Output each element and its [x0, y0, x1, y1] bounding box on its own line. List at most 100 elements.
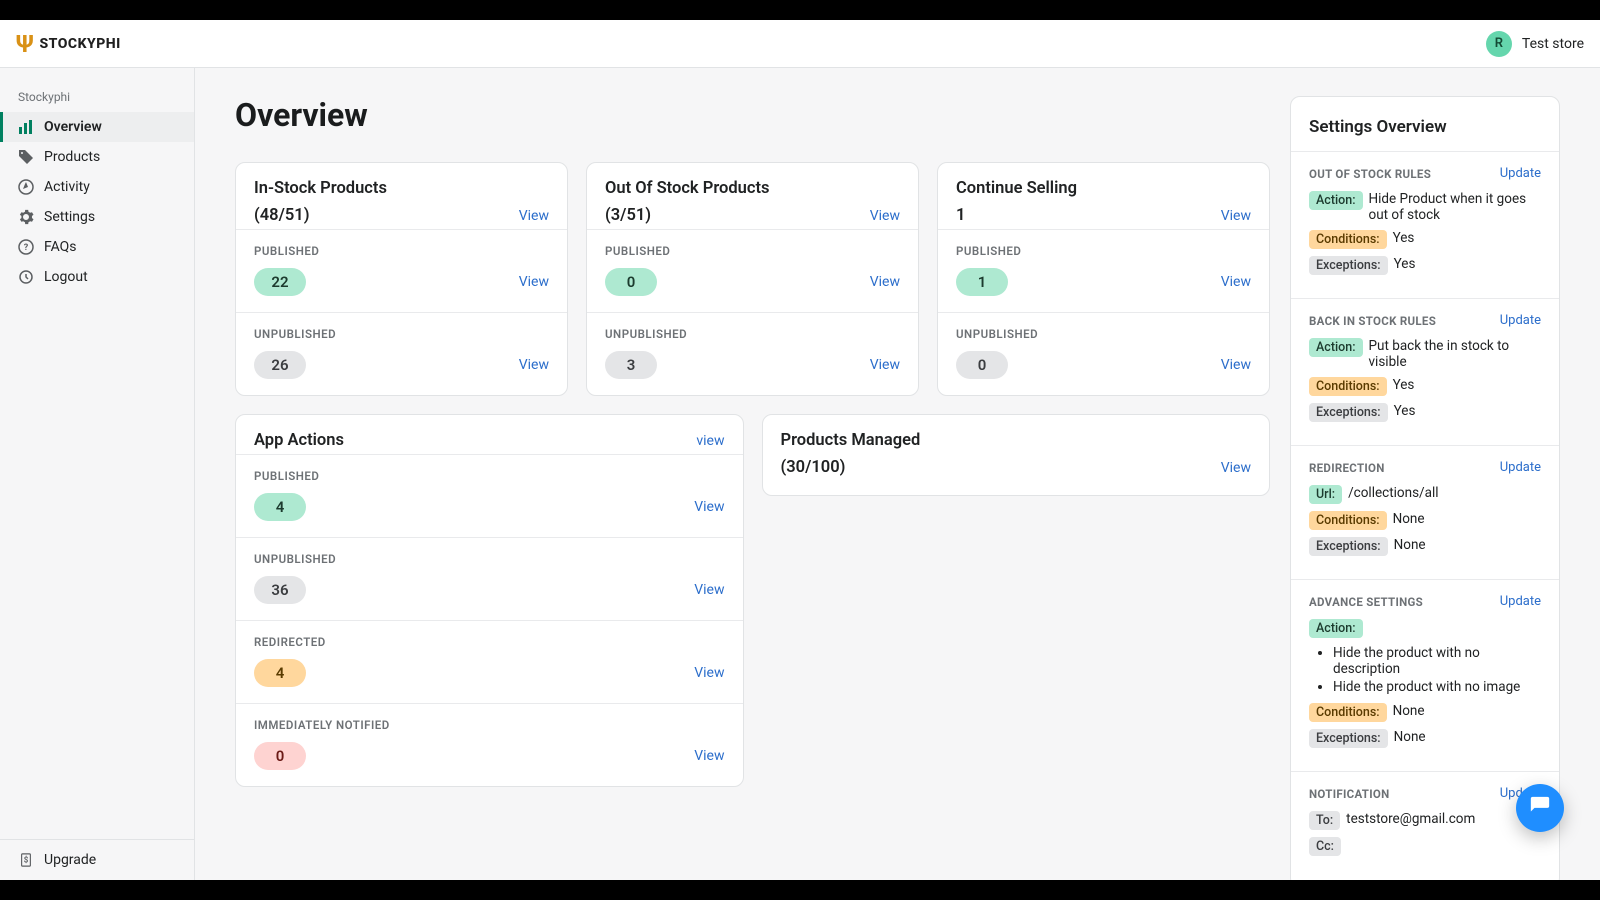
card-continue-selling: Continue Selling 1 View PUBLISHED 1 View	[937, 162, 1270, 396]
card-title: Out Of Stock Products	[605, 179, 900, 198]
exceptions-tag: Exceptions:	[1309, 537, 1388, 556]
card-ratio: (48/51)	[254, 206, 310, 225]
brand-logo-icon: Ψ	[16, 30, 33, 58]
view-link[interactable]: View	[694, 748, 724, 764]
exceptions-text: Yes	[1394, 403, 1541, 419]
published-badge: 1	[956, 268, 1008, 296]
block-heading: ADVANCE SETTINGS	[1309, 595, 1423, 609]
block-heading: OUT OF STOCK RULES	[1309, 167, 1431, 181]
view-link[interactable]: View	[870, 274, 900, 290]
card-title: In-Stock Products	[254, 179, 549, 198]
card-ratio: (3/51)	[605, 206, 651, 225]
settings-overview-panel: Settings Overview OUT OF STOCK RULES Upd…	[1290, 96, 1560, 880]
gear-icon	[18, 209, 34, 225]
sidebar-item-label: Overview	[44, 119, 102, 135]
update-link[interactable]: Update	[1500, 166, 1541, 181]
app-window: Ψ STOCKYPHI R Test store Stockyphi Overv…	[0, 20, 1600, 880]
view-link[interactable]: View	[519, 274, 549, 290]
unpublished-badge: 3	[605, 351, 657, 379]
sidebar-item-label: FAQs	[44, 239, 77, 255]
sidebar-item-label: Settings	[44, 209, 95, 225]
help-icon: ?	[18, 239, 34, 255]
published-badge: 22	[254, 268, 306, 296]
conditions-text: None	[1393, 703, 1541, 719]
upgrade-label: Upgrade	[44, 852, 96, 868]
view-link[interactable]: view	[696, 433, 724, 449]
chat-fab[interactable]	[1516, 784, 1564, 832]
card-in-stock: In-Stock Products (48/51) View PUBLISHED…	[235, 162, 568, 396]
action-tag: Action:	[1309, 619, 1363, 638]
published-badge: 0	[605, 268, 657, 296]
action-tag: Action:	[1309, 338, 1363, 357]
view-link[interactable]: View	[1221, 460, 1251, 476]
sidebar-item-logout[interactable]: Logout	[0, 262, 194, 292]
sidebar-item-activity[interactable]: Activity	[0, 172, 194, 202]
sidebar-item-label: Products	[44, 149, 100, 165]
store-avatar: R	[1486, 31, 1512, 57]
block-heading: NOTIFICATION	[1309, 787, 1390, 801]
compass-icon	[18, 179, 34, 195]
redirected-badge: 4	[254, 659, 306, 687]
view-link[interactable]: View	[694, 582, 724, 598]
overview-row-2: App Actions view PUBLISHED 4 View	[235, 414, 1270, 787]
stat-label: UNPUBLISHED	[605, 327, 900, 341]
view-link[interactable]: View	[1221, 208, 1251, 224]
published-badge: 4	[254, 493, 306, 521]
notified-badge: 0	[254, 742, 306, 770]
block-heading: REDIRECTION	[1309, 461, 1385, 475]
sidebar-item-products[interactable]: Products	[0, 142, 194, 172]
update-link[interactable]: Update	[1500, 313, 1541, 328]
stat-label: PUBLISHED	[254, 469, 725, 483]
view-link[interactable]: View	[870, 208, 900, 224]
card-app-actions: App Actions view PUBLISHED 4 View	[235, 414, 744, 787]
topbar: Ψ STOCKYPHI R Test store	[0, 20, 1600, 68]
view-link[interactable]: View	[519, 357, 549, 373]
card-ratio: 1	[956, 206, 965, 225]
conditions-tag: Conditions:	[1309, 377, 1387, 396]
card-title: Continue Selling	[956, 179, 1251, 198]
stat-label: PUBLISHED	[956, 244, 1251, 258]
view-link[interactable]: View	[694, 665, 724, 681]
sidebar-item-label: Activity	[44, 179, 90, 195]
conditions-text: Yes	[1393, 377, 1541, 393]
conditions-tag: Conditions:	[1309, 703, 1387, 722]
stat-label: IMMEDIATELY NOTIFIED	[254, 718, 725, 732]
card-out-stock: Out Of Stock Products (3/51) View PUBLIS…	[586, 162, 919, 396]
conditions-text: Yes	[1393, 230, 1541, 246]
update-link[interactable]: Update	[1500, 460, 1541, 475]
store-switcher[interactable]: R Test store	[1486, 31, 1584, 57]
dollar-icon: $	[18, 852, 34, 868]
svg-text:?: ?	[24, 243, 29, 253]
sidebar-item-overview[interactable]: Overview	[0, 112, 194, 142]
unpublished-badge: 26	[254, 351, 306, 379]
brand-name: STOCKYPHI	[39, 36, 120, 52]
card-products-managed: Products Managed (30/100) View	[762, 414, 1271, 496]
upgrade-button[interactable]: $ Upgrade	[0, 839, 194, 880]
url-text: /collections/all	[1348, 485, 1541, 501]
settings-block-redirection: REDIRECTION Update Url:/collections/all …	[1291, 445, 1559, 579]
update-link[interactable]: Update	[1500, 594, 1541, 609]
view-link[interactable]: View	[519, 208, 549, 224]
action-text: Put back the in stock to visible	[1369, 338, 1541, 370]
conditions-tag: Conditions:	[1309, 511, 1387, 530]
card-title: Products Managed	[781, 431, 1252, 450]
sidebar: Stockyphi Overview Products Activity Set…	[0, 68, 195, 880]
sidebar-item-faqs[interactable]: ? FAQs	[0, 232, 194, 262]
settings-block-notification: NOTIFICATION Update To:teststore@gmail.c…	[1291, 771, 1559, 879]
advance-bullet: Hide the product with no description	[1333, 645, 1541, 677]
exceptions-tag: Exceptions:	[1309, 256, 1388, 275]
view-link[interactable]: View	[870, 357, 900, 373]
stat-label: UNPUBLISHED	[956, 327, 1251, 341]
action-text: Hide Product when it goes out of stock	[1369, 191, 1541, 223]
view-link[interactable]: View	[1221, 357, 1251, 373]
sidebar-item-label: Logout	[44, 269, 88, 285]
exceptions-tag: Exceptions:	[1309, 729, 1388, 748]
stat-label: UNPUBLISHED	[254, 327, 549, 341]
sidebar-item-settings[interactable]: Settings	[0, 202, 194, 232]
view-link[interactable]: View	[694, 499, 724, 515]
cc-tag: Cc:	[1309, 837, 1341, 856]
block-heading: BACK IN STOCK RULES	[1309, 314, 1436, 328]
stat-label: PUBLISHED	[605, 244, 900, 258]
unpublished-badge: 36	[254, 576, 306, 604]
view-link[interactable]: View	[1221, 274, 1251, 290]
